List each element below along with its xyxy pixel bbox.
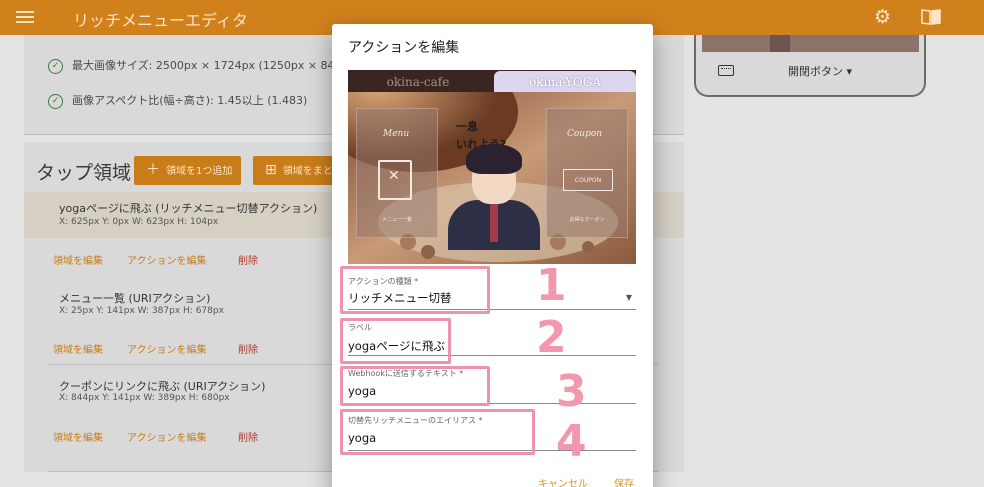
check-circle-icon: ✓ <box>48 58 63 74</box>
handwriting-text: 一息 <box>456 120 478 133</box>
region-name: yogaページに飛ぶ (リッチメニュー切替アクション) <box>59 202 318 215</box>
annotation-number-3: 3 <box>556 366 587 417</box>
check-row-max-size: ✓ 最大画像サイズ: 2500px × 1724px (1250px × 843p… <box>48 57 359 74</box>
delete-link[interactable]: 削除 <box>238 252 258 267</box>
edit-action-link[interactable]: アクションを編集 <box>127 341 207 356</box>
annotation-box-3 <box>340 366 490 406</box>
save-button[interactable]: 保存 <box>614 475 634 487</box>
plus-icon: ＋ <box>146 162 160 178</box>
bulk-region-button[interactable]: ⊞ 領域をまと <box>253 156 343 185</box>
gear-icon[interactable]: ⚙ <box>874 6 891 28</box>
add-region-button[interactable]: ＋領域を1つ追加 <box>134 156 241 185</box>
character-tie <box>490 202 498 242</box>
region-name: クーポンにリンクに飛ぶ (URIアクション) <box>59 380 266 393</box>
edit-action-link[interactable]: アクションを編集 <box>127 429 207 444</box>
check-circle-icon: ✓ <box>48 93 63 109</box>
character-hair <box>466 144 522 174</box>
preview-image-strip <box>702 35 919 52</box>
annotation-number-4: 4 <box>556 416 587 467</box>
phone-preview-card: 開閉ボタン ▾ <box>694 35 926 97</box>
cancel-button[interactable]: キャンセル <box>538 475 588 487</box>
rich-menu-image: okina-cafe okina-YOGA Menu メニュー一覧 Coupon… <box>348 70 636 264</box>
grid-icon: ⊞ <box>265 162 277 178</box>
menu-toggle-button[interactable]: 開閉ボタン ▾ <box>788 63 852 79</box>
region-coords: X: 625px Y: 0px W: 623px H: 104px <box>59 217 219 227</box>
region-name: メニュー一覧 (URIアクション) <box>59 292 211 305</box>
dialog-title: アクションを編集 <box>348 40 460 56</box>
delete-link[interactable]: 削除 <box>238 429 258 444</box>
dropdown-arrow-icon[interactable]: ▼ <box>626 293 632 302</box>
check-text: 画像アスペクト比(幅÷高さ): 1.45以上 (1.483) <box>72 94 308 107</box>
edit-region-link[interactable]: 領域を編集 <box>53 341 103 356</box>
app-title: リッチメニューエディタ <box>73 11 248 30</box>
annotation-box-2 <box>340 318 451 364</box>
book-icon[interactable] <box>921 8 941 25</box>
menu-icon[interactable] <box>16 8 34 26</box>
region-coords: X: 844px Y: 141px W: 389px H: 680px <box>59 393 230 403</box>
annotation-box-4 <box>340 409 535 455</box>
check-row-aspect: ✓ 画像アスペクト比(幅÷高さ): 1.45以上 (1.483) <box>48 92 307 109</box>
region-coords: X: 25px Y: 141px W: 387px H: 678px <box>59 306 224 316</box>
coupon-panel: Coupon COUPON お得なクーポン <box>546 108 628 238</box>
annotation-number-1: 1 <box>536 260 567 311</box>
annotation-box-1 <box>340 266 490 314</box>
annotation-number-2: 2 <box>536 312 567 363</box>
edit-action-link[interactable]: アクションを編集 <box>127 252 207 267</box>
menu-board-icon <box>378 160 412 200</box>
image-tab-yoga: okina-YOGA <box>494 71 636 92</box>
edit-region-link[interactable]: 領域を編集 <box>53 429 103 444</box>
check-text: 最大画像サイズ: 2500px × 1724px (1250px × 843px… <box>72 59 360 72</box>
image-tab-cafe: okina-cafe <box>386 75 450 89</box>
section-title: タップ領域 <box>36 162 132 184</box>
coupon-ticket-icon: COUPON <box>563 169 613 191</box>
delete-link[interactable]: 削除 <box>238 341 258 356</box>
edit-region-link[interactable]: 領域を編集 <box>53 252 103 267</box>
keyboard-icon[interactable] <box>718 65 734 76</box>
